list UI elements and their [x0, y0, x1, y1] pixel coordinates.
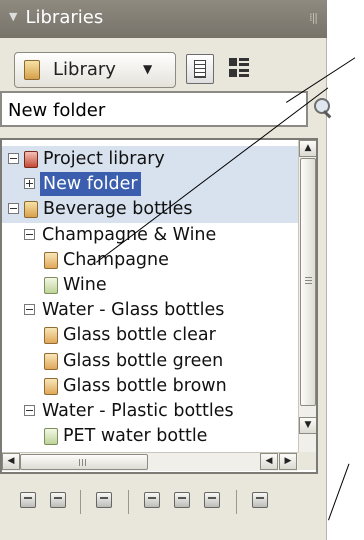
tree-rows: Project library New folder Beverage bottle…: [2, 140, 298, 452]
copy-icon[interactable]: [140, 488, 166, 514]
scroll-down-button[interactable]: ▼: [299, 417, 316, 434]
tree-row-label: Water - Glass bottles: [42, 300, 225, 321]
tree-row[interactable]: Water - Plastic bottles: [2, 398, 298, 425]
vertical-scrollbar[interactable]: ▲ ▼: [298, 140, 316, 452]
tree-row[interactable]: Project library: [2, 146, 298, 173]
tree-row[interactable]: PET water bottle: [2, 423, 298, 450]
horizontal-scroll-thumb[interactable]: [20, 454, 148, 470]
library-icon: [24, 60, 40, 80]
toolbar-divider: [80, 490, 81, 514]
bottom-toolbar: [0, 480, 327, 524]
scroll-left-end-button[interactable]: ◀: [260, 453, 278, 470]
library-item-icon: [44, 428, 58, 446]
panel-grip-icon[interactable]: ⁞||: [309, 11, 318, 24]
tree-row[interactable]: Glass bottle clear: [2, 322, 298, 349]
library-item-icon: [24, 201, 38, 219]
panel-title: Libraries: [25, 7, 104, 28]
library-dropdown[interactable]: Library ▼: [14, 52, 176, 88]
tree-row[interactable]: Champagne: [2, 247, 298, 274]
library-tree[interactable]: Project library New folder Beverage bottle…: [0, 138, 318, 474]
vertical-scroll-thumb[interactable]: [300, 158, 316, 406]
library-item-icon: [24, 151, 38, 168]
chevron-down-icon: ▼: [143, 62, 153, 76]
tree-row[interactable]: Glass bottle brown: [2, 373, 298, 400]
delete-icon[interactable]: [248, 488, 274, 514]
tree-row-label: Champagne & Wine: [42, 224, 217, 245]
library-properties-icon[interactable]: [92, 488, 118, 514]
library-item-icon: [44, 377, 58, 395]
tree-row[interactable]: Water - Glass bottles: [2, 297, 298, 324]
tree-row-label: Water - Plastic bottles: [42, 401, 234, 421]
expand-icon[interactable]: [24, 178, 35, 190]
library-item-icon: [44, 251, 58, 269]
library-dropdown-label: Library: [53, 59, 116, 80]
collapse-icon[interactable]: [24, 304, 35, 316]
tree-row[interactable]: Champagne & Wine: [2, 222, 298, 249]
scroll-left-button[interactable]: ◀: [2, 453, 20, 470]
tree-row[interactable]: Wine: [2, 272, 298, 299]
scroll-right-button[interactable]: ▶: [279, 453, 297, 470]
collapse-icon[interactable]: [8, 153, 19, 164]
export-icon[interactable]: [46, 488, 72, 514]
list-view-icon[interactable]: [186, 54, 214, 84]
libraries-panel: ▼ Libraries ⁞|| Library ▼ Project library…: [0, 0, 332, 540]
tree-row[interactable]: Beverage bottles: [2, 196, 298, 224]
tree-row-label: Beverage bottles: [43, 199, 193, 220]
collapse-icon[interactable]: [24, 405, 35, 416]
paste-icon[interactable]: [200, 488, 226, 514]
tree-row-label: Glass bottle green: [63, 350, 224, 371]
tree-row-label: New folder: [40, 172, 141, 198]
callout-line: [328, 463, 350, 521]
tree-row-label: Wine: [63, 275, 107, 295]
library-item-icon: [44, 277, 58, 294]
tree-row-label: Champagne: [63, 249, 169, 270]
toolbar-divider: [236, 490, 237, 514]
scroll-up-button[interactable]: ▲: [299, 140, 316, 157]
library-item-icon: [44, 352, 58, 370]
toolbar-divider: [128, 490, 129, 514]
tree-row-label: Project library: [43, 149, 165, 169]
horizontal-scrollbar[interactable]: ◀ ◀ ▶: [2, 452, 298, 471]
lens-handle: [322, 110, 332, 119]
scroll-corner: [298, 452, 316, 470]
search-icon[interactable]: [312, 96, 336, 120]
tree-row-label: Glass bottle clear: [63, 325, 216, 346]
import-icon[interactable]: [16, 488, 42, 514]
folder-name-input[interactable]: [0, 91, 308, 127]
panel-titlebar[interactable]: ▼ Libraries ⁞||: [0, 0, 327, 38]
tree-row-label: Glass bottle brown: [63, 375, 227, 396]
collapse-icon[interactable]: [24, 228, 35, 240]
library-item-icon: [44, 327, 58, 345]
cut-icon[interactable]: [170, 488, 196, 514]
tree-row[interactable]: Glass bottle green: [2, 348, 298, 375]
tree-row[interactable]: New folder: [2, 171, 298, 199]
tree-row-label: PET water bottle: [63, 426, 208, 447]
collapse-icon[interactable]: [8, 203, 19, 215]
collapse-triangle-icon[interactable]: ▼: [9, 10, 17, 23]
tree-view-icon[interactable]: [225, 54, 253, 84]
